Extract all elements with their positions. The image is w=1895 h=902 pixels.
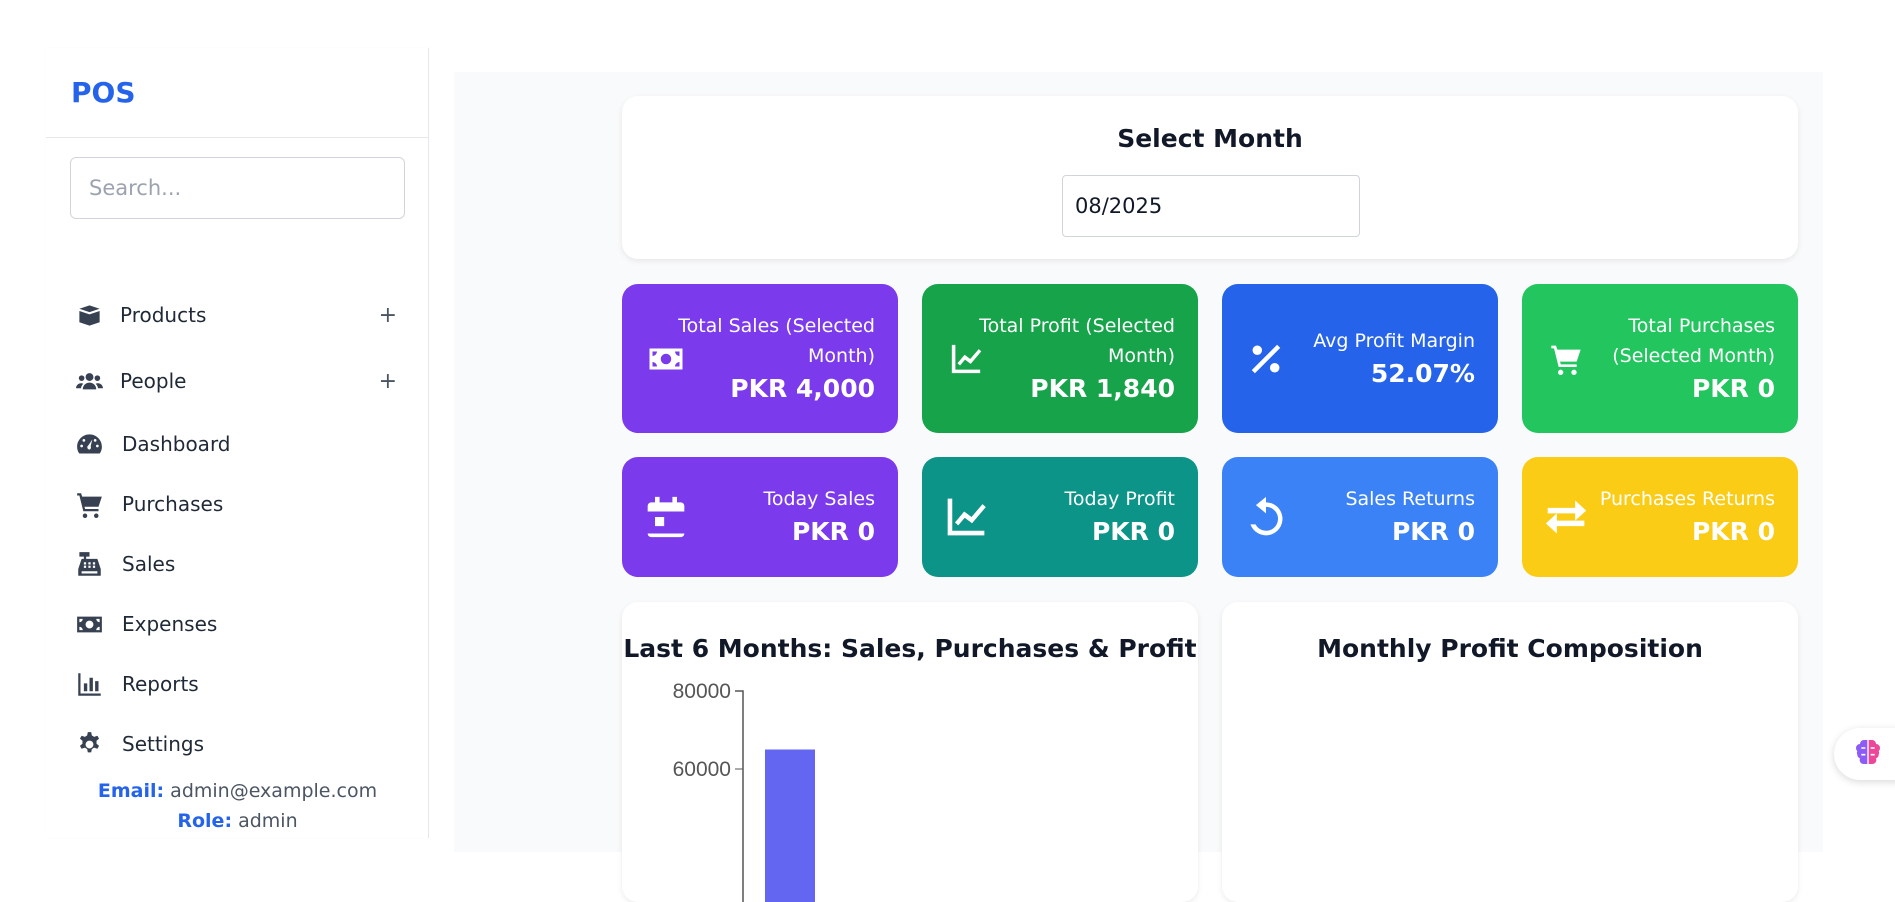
stat-label: Avg Profit Margin [1275,326,1475,356]
main-content: Select Month 08/2025 Total Sales (Select… [454,72,1823,852]
stat-value: PKR 1,840 [975,371,1175,407]
stat-value: 52.07% [1275,356,1475,392]
sidebar-item-reports[interactable]: Reports [74,664,409,704]
sidebar-item-sales[interactable]: Sales [74,544,409,584]
stat-total-sales: Total Sales (Selected Month) PKR 4,000 [622,284,898,433]
stat-today-sales: Today Sales PKR 0 [622,457,898,577]
bar-chart: 80000 60000 [622,602,1198,902]
month-input[interactable]: 08/2025 [1062,175,1360,237]
role-value: admin [238,810,298,832]
bar[interactable] [765,750,815,902]
money-bill-icon [74,609,104,639]
expand-icon[interactable]: + [379,303,397,328]
stat-label: Total Profit (Selected Month) [975,311,1175,371]
month-title: Select Month [622,124,1798,153]
sidebar-item-expenses[interactable]: Expenses [74,604,409,644]
sidebar-item-settings[interactable]: Settings [74,724,409,764]
sidebar-item-people[interactable]: People + [74,361,409,401]
stat-value: PKR 0 [1575,371,1775,407]
stat-today-profit: Today Profit PKR 0 [922,457,1198,577]
stat-label: Total Purchases (Selected Month) [1575,311,1775,371]
user-email: Email: admin@example.com [46,780,429,802]
email-label: Email: [98,780,164,802]
y-tick-label: 80000 [673,680,731,703]
stat-sales-returns: Sales Returns PKR 0 [1222,457,1498,577]
stat-label: Today Sales [675,484,875,514]
box-open-icon [74,300,104,330]
gauge-icon [74,429,104,459]
monthly-profit-composition-card: Monthly Profit Composition [1222,602,1798,902]
sidebar-item-label: People [120,369,186,393]
stat-total-profit: Total Profit (Selected Month) PKR 1,840 [922,284,1198,433]
sidebar-item-purchases[interactable]: Purchases [74,484,409,524]
stat-purchases-returns: Purchases Returns PKR 0 [1522,457,1798,577]
gear-icon [74,729,104,759]
y-axis [735,691,743,902]
cash-register-icon [74,549,104,579]
stat-value: PKR 0 [675,514,875,550]
brain-icon [1852,736,1884,772]
sidebar-item-label: Expenses [122,612,217,636]
y-tick-label: 60000 [673,758,731,781]
sidebar-item-label: Purchases [122,492,223,516]
stat-avg-profit-margin: Avg Profit Margin 52.07% [1222,284,1498,433]
search-input[interactable] [70,157,405,219]
sidebar-item-label: Settings [122,732,204,756]
brand-logo[interactable]: POS [46,48,428,138]
sidebar-item-products[interactable]: Products + [74,295,409,335]
sidebar-item-label: Dashboard [122,432,231,456]
stat-value: PKR 4,000 [675,371,875,407]
expand-icon[interactable]: + [379,369,397,394]
stat-value: PKR 0 [975,514,1175,550]
sidebar: POS Products + People + Dashboard Purcha… [46,48,429,838]
role-label: Role: [177,810,232,832]
cart-icon [74,489,104,519]
stat-total-purchases: Total Purchases (Selected Month) PKR 0 [1522,284,1798,433]
user-role: Role: admin [46,810,429,832]
sales-purchases-profit-chart-card: Last 6 Months: Sales, Purchases & Profit… [622,602,1198,902]
stat-label: Total Sales (Selected Month) [675,311,875,371]
month-selector-card: Select Month 08/2025 [622,96,1798,259]
stat-label: Sales Returns [1275,484,1475,514]
stat-label: Purchases Returns [1575,484,1775,514]
sidebar-item-dashboard[interactable]: Dashboard [74,424,409,464]
ai-assistant-button[interactable] [1834,728,1895,780]
stat-value: PKR 0 [1575,514,1775,550]
sidebar-item-label: Sales [122,552,175,576]
users-icon [74,366,104,396]
bar-chart-icon [74,669,104,699]
chart-title: Monthly Profit Composition [1222,634,1798,663]
sidebar-item-label: Reports [122,672,199,696]
stat-label: Today Profit [975,484,1175,514]
email-value: admin@example.com [170,780,377,802]
stat-value: PKR 0 [1275,514,1475,550]
sidebar-item-label: Products [120,303,206,327]
